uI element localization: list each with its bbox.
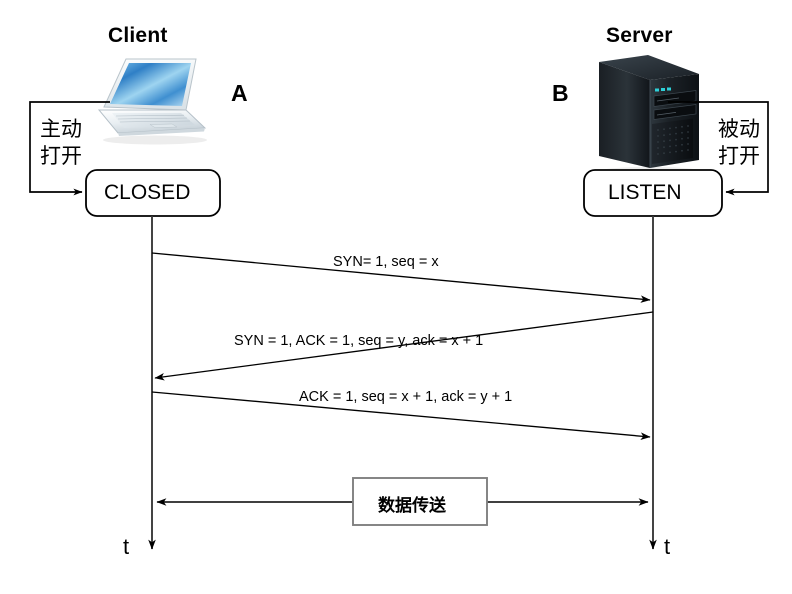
passive-open-label-line1: 被动 [718, 118, 760, 141]
server-tower-icon [599, 55, 700, 175]
node-label-b: B [552, 80, 569, 106]
laptop-icon [97, 58, 207, 145]
time-axis-label-left: t [123, 534, 130, 559]
tcp-handshake-diagram: Client Server A B 主动 打开 被动 打开 CLOSED LIS… [0, 0, 792, 594]
message-label-syn: SYN= 1, seq = x [333, 254, 439, 270]
client-state-label: CLOSED [104, 181, 191, 204]
node-label-a: A [231, 80, 248, 106]
active-open-label-line2: 打开 [40, 145, 82, 168]
active-open-label-line1: 主动 [40, 118, 82, 141]
passive-open-label-line2: 打开 [718, 145, 760, 168]
message-label-syn-ack: SYN = 1, ACK = 1, seq = y, ack = x + 1 [234, 333, 484, 349]
server-state-label: LISTEN [608, 181, 682, 204]
data-transfer-label: 数据传送 [378, 496, 446, 515]
message-label-ack: ACK = 1, seq = x + 1, ack = y + 1 [299, 389, 513, 405]
server-title: Server [606, 24, 673, 47]
time-axis-label-right: t [664, 534, 671, 559]
client-title: Client [108, 24, 168, 47]
